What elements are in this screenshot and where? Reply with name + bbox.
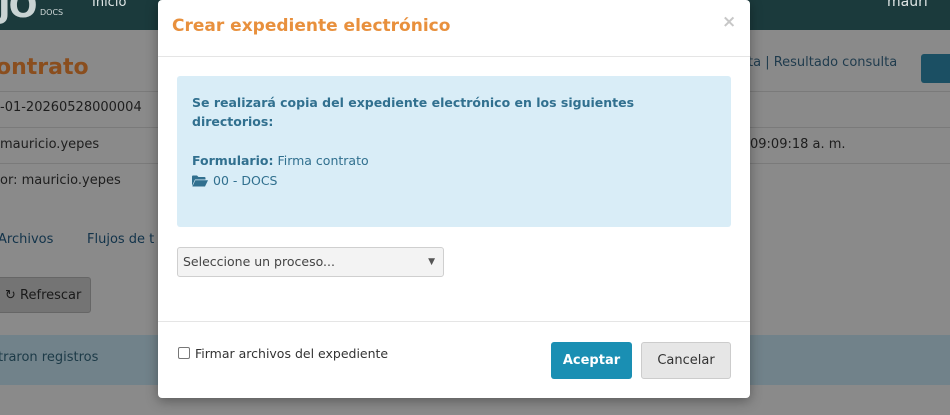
user-menu[interactable]: mauri	[887, 0, 928, 10]
close-icon[interactable]: ×	[722, 12, 736, 32]
refresh-button[interactable]: ↻ Refrescar	[0, 277, 91, 313]
alert-form-line: Formulario: Firma contrato	[192, 153, 369, 168]
sign-files-label: Firmar archivos del expediente	[195, 346, 389, 361]
modal-header: Crear expediente electrónico ×	[158, 0, 750, 57]
print-button[interactable]	[921, 54, 950, 83]
modal-title: Crear expediente electrónico	[172, 16, 451, 36]
modal-footer: Firmar archivos del expediente Aceptar C…	[158, 321, 750, 399]
refresh-label: Refrescar	[20, 288, 82, 303]
folder-open-icon	[192, 175, 208, 190]
alert-folder-line: 00 - DOCS	[192, 173, 278, 190]
nav-inicio-link[interactable]: Inicio	[92, 0, 126, 10]
tab-archivos[interactable]: Archivos	[0, 232, 53, 247]
page-title: ontrato	[0, 55, 89, 80]
accept-button[interactable]: Aceptar	[551, 342, 632, 379]
process-select-value: Seleccione un proceso...	[183, 254, 335, 269]
sign-files-checkbox-wrap[interactable]: Firmar archivos del expediente	[178, 346, 388, 361]
refresh-icon: ↻	[5, 288, 16, 303]
consult-links[interactable]: ta | Resultado consulta	[748, 55, 897, 70]
create-expediente-modal: Crear expediente electrónico × Se realiz…	[158, 0, 750, 398]
empty-results-message: traron registros	[0, 350, 99, 365]
form-value: Firma contrato	[277, 153, 369, 168]
tab-flujos[interactable]: Flujos de t	[87, 232, 154, 247]
creator-user: mauricio.yepes	[0, 137, 100, 152]
info-alert: Se realizará copia del expediente electr…	[177, 76, 731, 227]
process-select[interactable]: Seleccione un proceso... ▼	[177, 247, 444, 277]
cancel-button[interactable]: Cancelar	[641, 342, 731, 379]
expediente-number: -01-20260528000004	[0, 100, 142, 115]
alert-message: Se realizará copia del expediente electr…	[192, 95, 635, 129]
form-label: Formulario:	[192, 153, 274, 168]
sign-files-checkbox[interactable]	[178, 347, 190, 359]
app-logo-sub: DOCS	[40, 8, 64, 17]
caret-down-icon: ▼	[428, 257, 435, 267]
responsible-user: or: mauricio.yepes	[0, 173, 121, 188]
app-logo: JO	[0, 0, 38, 26]
folder-name: 00 - DOCS	[213, 173, 278, 188]
created-date: 09:09:18 a. m.	[750, 137, 846, 152]
